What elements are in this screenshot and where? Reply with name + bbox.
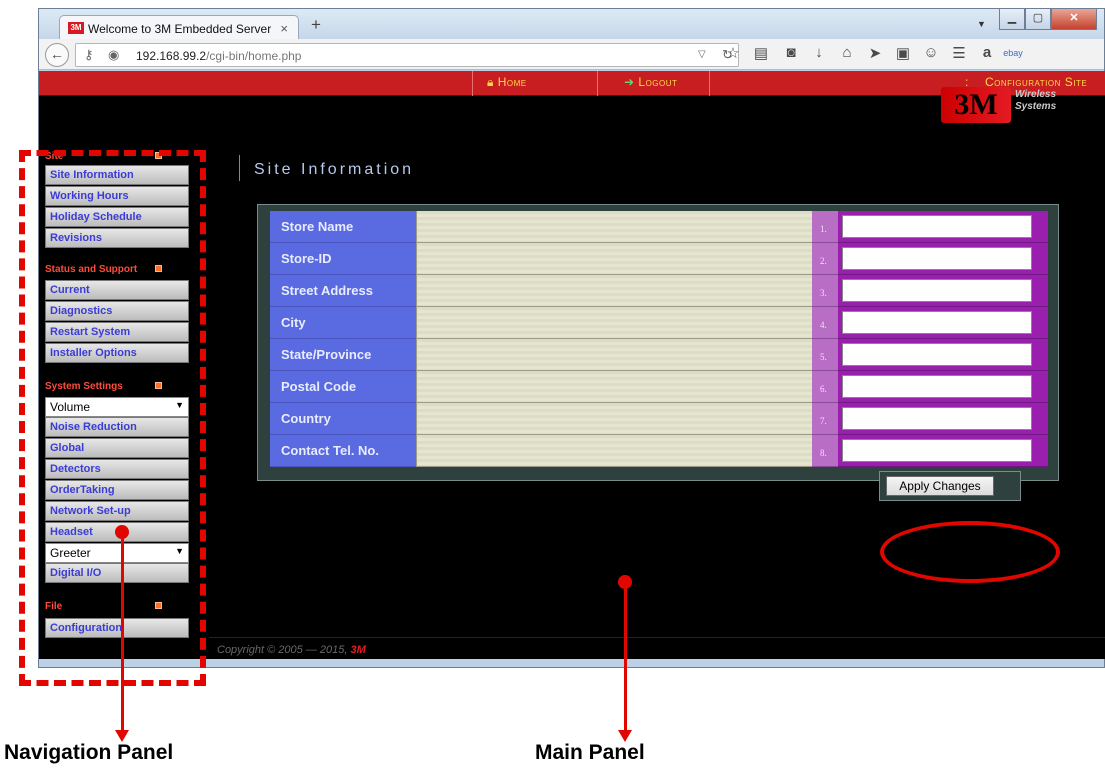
ebay-icon[interactable]: ebay — [1003, 48, 1023, 58]
field-current-value — [416, 371, 812, 403]
globe-icon: ◉ — [108, 47, 120, 62]
field-number: 1. — [812, 211, 838, 243]
field-label: Contact Tel. No. — [270, 435, 416, 467]
reading-list-icon[interactable]: ▤ — [751, 44, 771, 62]
page-title: Site Information — [239, 155, 414, 181]
field-label: State/Province — [270, 339, 416, 371]
topbar-divider — [597, 71, 598, 96]
field-input-cell — [838, 211, 1048, 243]
close-window-button[interactable]: ✕ — [1051, 9, 1097, 30]
screenshot-stage: 3M Welcome to 3M Embedded Server × + ▼ ▁… — [0, 0, 1105, 772]
url-path: /cgi-bin/home.php — [206, 49, 302, 63]
store-id-input[interactable] — [842, 247, 1032, 270]
tab-list-dropdown-icon[interactable]: ▼ — [977, 19, 986, 29]
main-panel-label: Main Panel — [535, 741, 645, 764]
3m-wireless-logo: 3M Wireless Systems — [939, 87, 1104, 123]
site-info-form: Store Name 1. Store-ID 2. Street Address… — [257, 204, 1059, 481]
field-number: 6. — [812, 371, 838, 403]
tab-close-icon[interactable]: × — [280, 21, 288, 36]
browser-toolbar: ← ⚷ ◉ 192.168.99.2/cgi-bin/home.php ▽ ↻ … — [39, 39, 1104, 70]
url-host: 192.168.99.2 — [136, 49, 207, 63]
pocket-icon[interactable]: ◙ — [781, 44, 801, 61]
field-current-value — [416, 307, 812, 339]
field-current-value — [416, 243, 812, 275]
field-label: Store-ID — [270, 243, 416, 275]
field-input-cell — [838, 435, 1048, 467]
browser-tab[interactable]: 3M Welcome to 3M Embedded Server × — [59, 15, 299, 40]
street-address-input[interactable] — [842, 279, 1032, 302]
send-icon[interactable]: ➤ — [865, 44, 885, 62]
back-button[interactable]: ← — [45, 43, 69, 67]
field-current-value — [416, 211, 812, 243]
field-number: 8. — [812, 435, 838, 467]
url-bar[interactable]: ⚷ ◉ 192.168.99.2/cgi-bin/home.php ▽ ↻ — [75, 43, 739, 67]
field-input-cell — [838, 307, 1048, 339]
logout-link-label: Logout — [638, 75, 678, 89]
logout-link[interactable]: ➜ Logout — [624, 75, 677, 89]
field-number: 7. — [812, 403, 838, 435]
menu-icon[interactable]: ☰ — [949, 44, 969, 62]
navigation-panel-highlight — [19, 150, 206, 686]
field-current-value — [416, 403, 812, 435]
nav-pointer-line — [121, 532, 124, 732]
field-input-cell — [838, 339, 1048, 371]
chat-icon[interactable]: ☺ — [921, 44, 941, 61]
apply-changes-button[interactable]: Apply Changes — [886, 476, 994, 496]
footer-divider — [209, 637, 1105, 638]
field-label: Country — [270, 403, 416, 435]
maximize-button[interactable]: ▢ — [1025, 9, 1051, 30]
contact-tel-input[interactable] — [842, 439, 1032, 462]
field-input-cell — [838, 371, 1048, 403]
amazon-icon[interactable]: a — [977, 44, 997, 61]
store-name-input[interactable] — [842, 215, 1032, 238]
city-input[interactable] — [842, 311, 1032, 334]
field-input-cell — [838, 275, 1048, 307]
download-icon[interactable]: ↓ — [809, 44, 829, 61]
bookmark-star-icon[interactable]: ☆ — [723, 44, 743, 62]
home-icon[interactable]: ⌂ — [837, 44, 857, 61]
field-label: Postal Code — [270, 371, 416, 403]
field-number: 3. — [812, 275, 838, 307]
field-input-cell — [838, 403, 1048, 435]
copyright-text: Copyright © 2005 — 2015, 3M — [217, 644, 366, 656]
url-dropdown-icon[interactable]: ▽ — [698, 49, 706, 60]
logo-line2: Systems — [1015, 101, 1057, 112]
navigation-panel-label: Navigation Panel — [4, 741, 174, 764]
logout-icon: ➜ — [624, 75, 639, 89]
new-tab-icon[interactable]: + — [311, 15, 321, 35]
home-link[interactable]: 🔒︎ Home — [487, 75, 527, 90]
apply-changes-highlight — [880, 521, 1060, 583]
key-icon: ⚷ — [84, 47, 94, 62]
save-icon[interactable]: ▣ — [893, 44, 913, 62]
field-current-value — [416, 275, 812, 307]
field-label: City — [270, 307, 416, 339]
country-input[interactable] — [842, 407, 1032, 430]
logo-text: Wireless Systems — [1015, 89, 1056, 113]
topbar-divider — [709, 71, 710, 96]
copyright-label: Copyright © 2005 — 2015, — [217, 644, 348, 656]
field-number: 4. — [812, 307, 838, 339]
tab-strip: 3M Welcome to 3M Embedded Server × + ▼ ▁… — [39, 9, 1104, 40]
favicon-3m-icon: 3M — [68, 22, 84, 34]
field-number: 2. — [812, 243, 838, 275]
tab-title: Welcome to 3M Embedded Server — [88, 22, 272, 36]
field-input-cell — [838, 243, 1048, 275]
state-province-input[interactable] — [842, 343, 1032, 366]
field-label: Street Address — [270, 275, 416, 307]
postal-code-input[interactable] — [842, 375, 1032, 398]
copyright-brand: 3M — [350, 644, 366, 656]
field-current-value — [416, 435, 812, 467]
main-pointer-line — [624, 582, 627, 732]
field-number: 5. — [812, 339, 838, 371]
field-label: Store Name — [270, 211, 416, 243]
logo-line1: Wireless — [1015, 89, 1057, 100]
home-lock-icon: 🔒︎ — [487, 75, 498, 89]
logo-3m: 3M — [941, 87, 1011, 123]
home-link-label: Home — [497, 75, 527, 89]
minimize-button[interactable]: ▁ — [999, 9, 1025, 30]
field-current-value — [416, 339, 812, 371]
topbar-divider — [472, 71, 473, 96]
